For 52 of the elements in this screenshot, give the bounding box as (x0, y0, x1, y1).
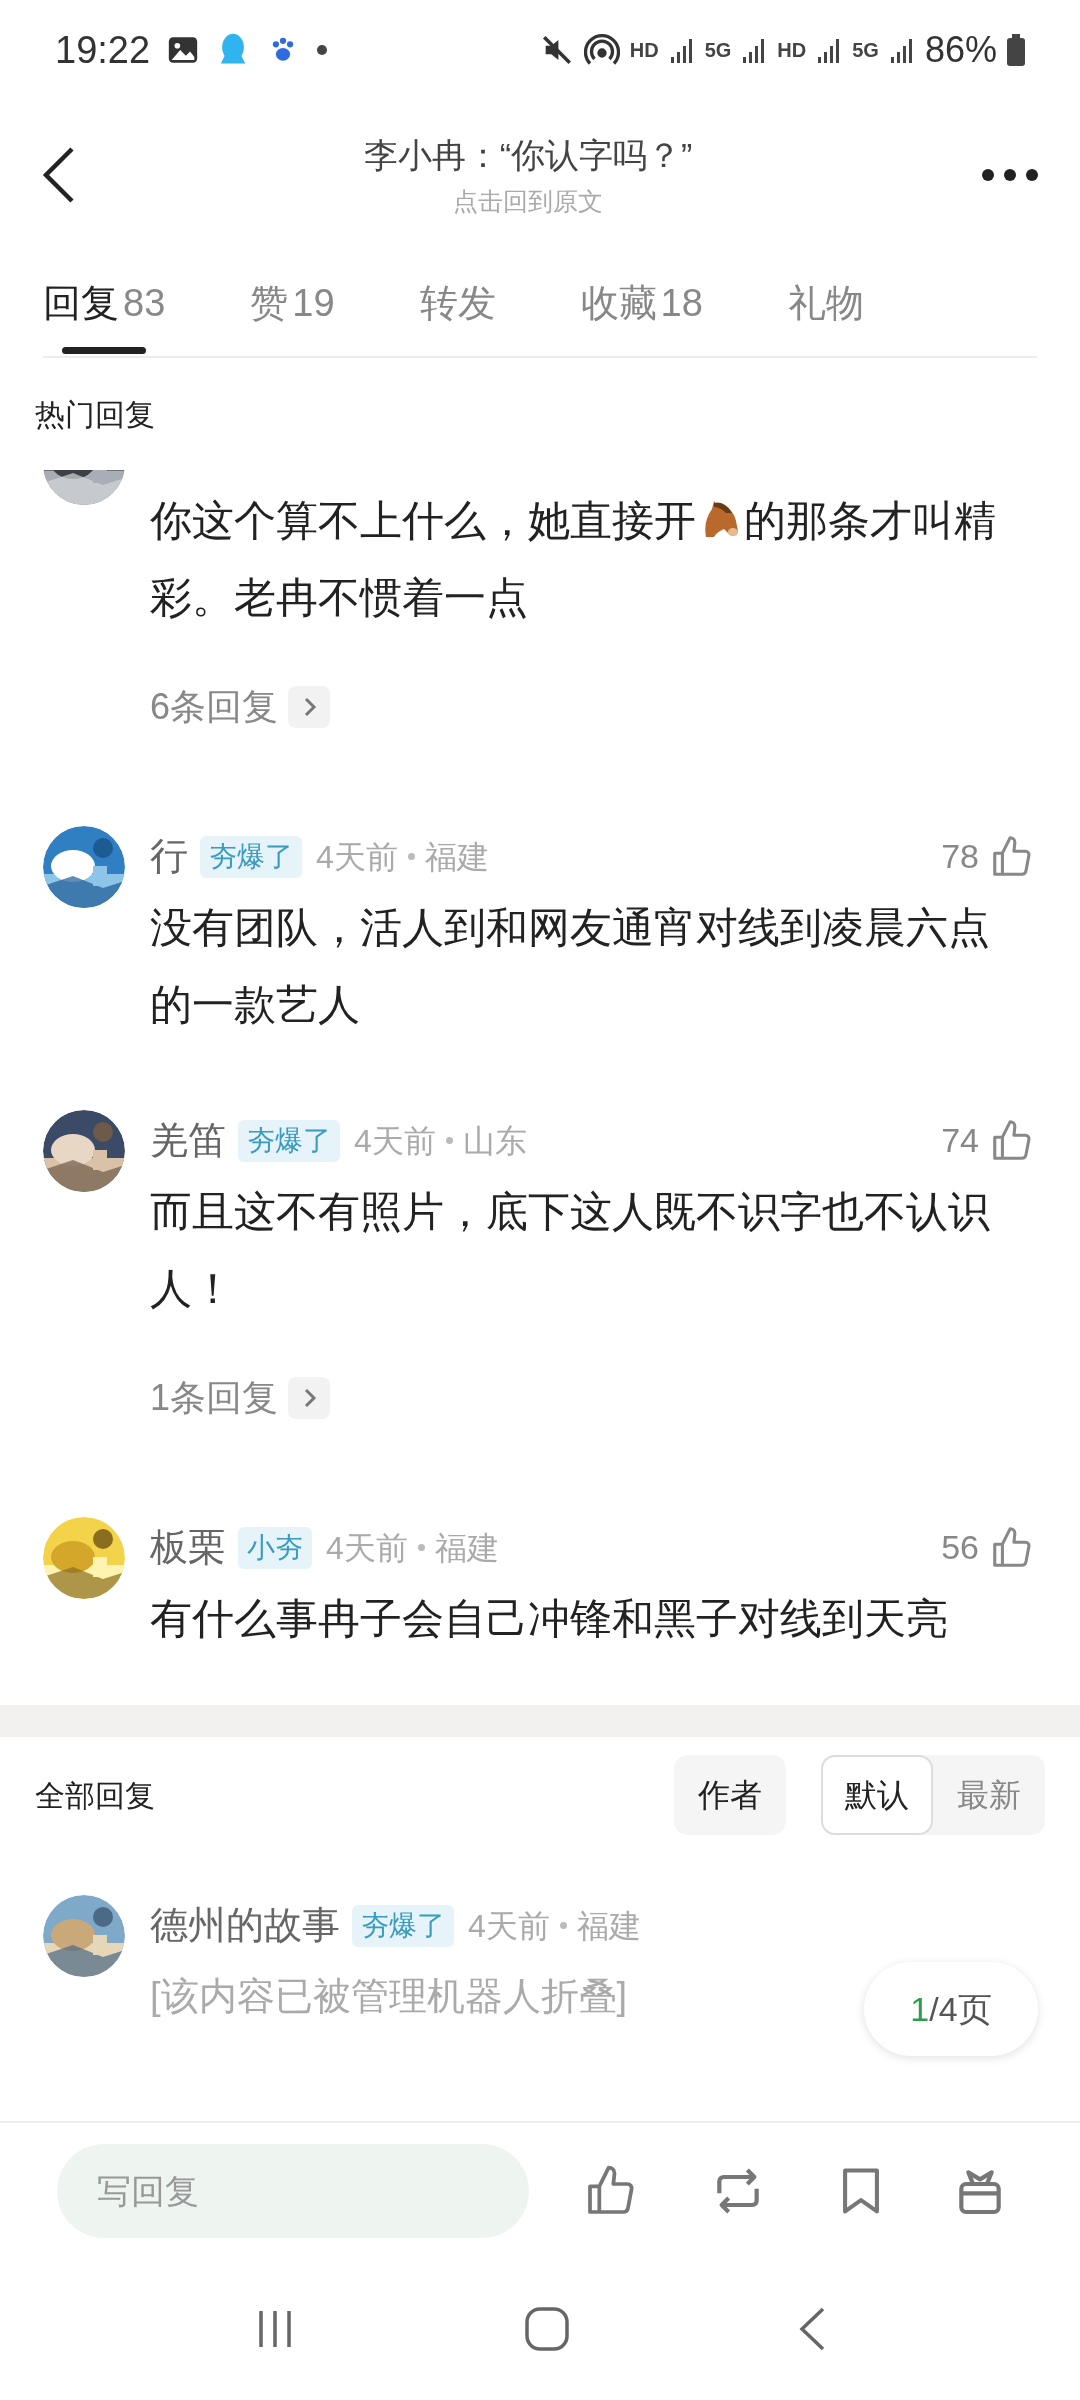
author-filter-button[interactable]: 作者 (674, 1755, 786, 1835)
chevron-right-icon[interactable] (288, 686, 331, 728)
comment-text: 没有团队，活人到和网友通宵对线到凌晨六点的一款艺人 (150, 903, 991, 1030)
location: 山东 (462, 1121, 527, 1161)
view-replies-link[interactable]: 6条回复 (150, 680, 279, 734)
like-count: 56 (941, 1527, 979, 1568)
comment-text: 而且这不有照片，底下这人既不识字也不认识人！ (150, 1187, 991, 1314)
post-time: 4天前 (354, 1121, 436, 1161)
post-time: 4天前 (316, 837, 398, 877)
network-label: 5G (852, 40, 879, 60)
tab[interactable]: 转发 (419, 250, 496, 356)
username[interactable]: 板栗 (150, 1519, 226, 1576)
more-icon[interactable] (980, 167, 1040, 183)
post-time: 4天前 (326, 1528, 408, 1568)
network-label: 5G (704, 40, 732, 60)
page-indicator[interactable]: 1/4页 (864, 1962, 1038, 2056)
username[interactable]: 行 (150, 828, 188, 885)
comment-text: [该内容已被管理机器人折叠] (150, 1974, 628, 2019)
comment-text: 你这个算不上什么，她直接开 的那条才叫精彩。老冉不惯着一点 (150, 494, 997, 623)
section-title: 全部回复 (35, 1777, 155, 1814)
level-tag: 夯爆了 (352, 1904, 454, 1947)
location: 福建 (434, 1528, 499, 1568)
tab[interactable]: 回复83 (43, 250, 166, 356)
comment-text: 有什么事冉子会自己冲锋和黑子对线到天亮 (150, 1594, 949, 1644)
level-tag: 夯爆了 (200, 835, 302, 878)
view-replies-link[interactable]: 1条回复 (150, 1371, 279, 1425)
chevron-right-icon[interactable] (288, 1377, 331, 1419)
home-icon[interactable] (524, 2306, 570, 2352)
like-count: 78 (941, 836, 979, 877)
dot-icon (316, 44, 329, 56)
location: 福建 (424, 837, 489, 877)
section-title: 热门回复 (35, 396, 155, 433)
battery-icon (1007, 34, 1025, 66)
status-time: 19:22 (55, 27, 151, 73)
page-title: 李小冉：“你认字吗？” (363, 134, 693, 176)
reply-input[interactable]: 写回复 (57, 2144, 529, 2238)
level-tag: 夯爆了 (238, 1119, 340, 1162)
network-label: HD (629, 40, 659, 60)
tab[interactable]: 礼物 (787, 250, 864, 356)
network-label: HD (777, 40, 807, 60)
sort-option[interactable]: 最新 (933, 1755, 1045, 1835)
post-time: 4天前 (468, 1906, 550, 1946)
back-icon[interactable] (40, 145, 76, 205)
like-count: 74 (941, 1120, 979, 1161)
sort-option[interactable]: 默认 (821, 1755, 933, 1835)
level-tag: 小夯 (238, 1526, 312, 1569)
username[interactable]: 羌笛 (150, 1112, 226, 1169)
battery-percent: 86% (924, 28, 997, 72)
location: 福建 (576, 1906, 641, 1946)
tab[interactable]: 赞 19 (250, 250, 335, 356)
username[interactable]: 德州的故事 (150, 1897, 340, 1954)
tab[interactable]: 收藏18 (580, 250, 703, 356)
